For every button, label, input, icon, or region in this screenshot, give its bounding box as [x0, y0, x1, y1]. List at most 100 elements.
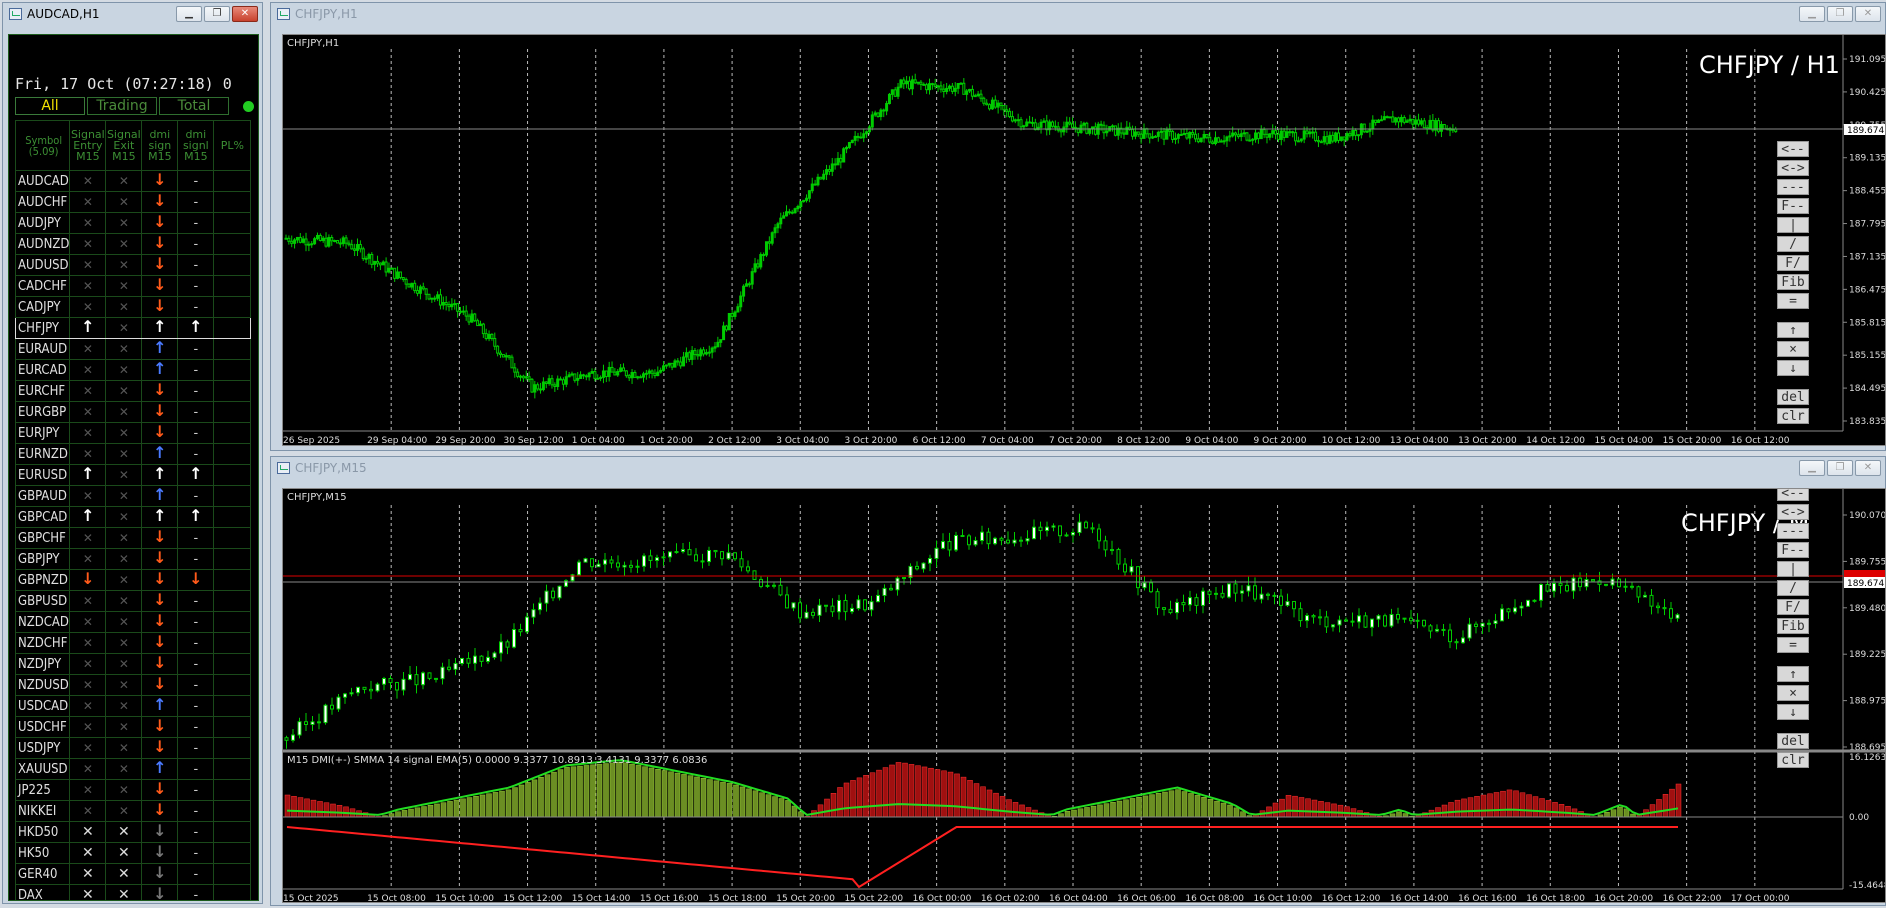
symbol-name[interactable]: NZDCHF: [14, 632, 71, 654]
m15-tool-button[interactable]: |: [1777, 561, 1809, 577]
table-row[interactable]: NZDCHF ✕ ✕ ↓ -: [14, 632, 252, 654]
table-row[interactable]: EURAUD ✕ ✕ ↑ -: [14, 338, 252, 360]
symbol-name[interactable]: AUDCAD: [14, 170, 71, 192]
symbol-name[interactable]: EURNZD: [14, 443, 71, 465]
table-row[interactable]: HKD50 ✕ ✕ ↓ -: [14, 821, 252, 843]
header-symbol[interactable]: Symbol (5.09): [14, 120, 71, 171]
symbol-name[interactable]: CADJPY: [14, 296, 71, 318]
symbol-name[interactable]: CHFJPY: [14, 317, 71, 339]
tab-total[interactable]: Total: [159, 97, 229, 115]
symbol-name[interactable]: GBPCHF: [14, 527, 71, 549]
m15-titlebar[interactable]: CHFJPY,M15 ▁ ❐ ✕: [271, 457, 1885, 479]
m15-tool-button[interactable]: ↓: [1777, 704, 1809, 720]
close-button[interactable]: ✕: [1855, 460, 1881, 476]
table-row[interactable]: GBPJPY ✕ ✕ ↓ -: [14, 548, 252, 570]
h1-tool-button[interactable]: clr: [1777, 408, 1809, 424]
symbol-name[interactable]: GBPAUD: [14, 485, 71, 507]
table-row[interactable]: JP225 ✕ ✕ ↓ -: [14, 779, 252, 801]
table-row[interactable]: AUDCAD ✕ ✕ ↓ -: [14, 170, 252, 192]
symbol-name[interactable]: USDCHF: [14, 716, 71, 738]
h1-tool-button[interactable]: ↑: [1777, 322, 1809, 338]
m15-tool-button[interactable]: F/: [1777, 599, 1809, 615]
header-pl[interactable]: PL%: [213, 120, 252, 171]
h1-tool-button[interactable]: |: [1777, 217, 1809, 233]
table-row[interactable]: NZDCAD ✕ ✕ ↓ -: [14, 611, 252, 633]
close-button[interactable]: ✕: [1855, 6, 1881, 22]
symbol-name[interactable]: GBPNZD: [14, 569, 71, 591]
maximize-button[interactable]: ❐: [1827, 6, 1853, 22]
symbol-name[interactable]: EURJPY: [14, 422, 71, 444]
m15-tool-button[interactable]: <--: [1777, 489, 1809, 501]
h1-tool-button[interactable]: F/: [1777, 255, 1809, 271]
header-exit[interactable]: Signal Exit M15: [105, 120, 143, 171]
minimize-button[interactable]: ▁: [1799, 6, 1825, 22]
h1-tool-button[interactable]: =: [1777, 293, 1809, 309]
h1-tool-button[interactable]: <--: [1777, 141, 1809, 157]
table-row[interactable]: USDCAD ✕ ✕ ↑ -: [14, 695, 252, 717]
symbol-name[interactable]: EURUSD: [14, 464, 71, 486]
table-row[interactable]: AUDJPY ✕ ✕ ↓ -: [14, 212, 252, 234]
symbol-name[interactable]: USDCAD: [14, 695, 71, 717]
table-row[interactable]: AUDNZD ✕ ✕ ↓ -: [14, 233, 252, 255]
table-row[interactable]: NIKKEI ✕ ✕ ↓ -: [14, 800, 252, 822]
table-row[interactable]: NZDUSD ✕ ✕ ↓ -: [14, 674, 252, 696]
symbol-name[interactable]: EURCHF: [14, 380, 71, 402]
symbol-name[interactable]: XAUUSD: [14, 758, 71, 780]
table-row[interactable]: USDCHF ✕ ✕ ↓ -: [14, 716, 252, 738]
table-row[interactable]: GBPNZD ↓ ✕ ↓ ↓: [14, 569, 252, 591]
symbol-name[interactable]: AUDNZD: [14, 233, 71, 255]
m15-tool-button[interactable]: ↑: [1777, 666, 1809, 682]
symbol-name[interactable]: JP225: [14, 779, 71, 801]
tab-all[interactable]: All: [15, 97, 85, 115]
symbol-name[interactable]: GER40: [14, 863, 71, 885]
h1-tool-button[interactable]: F--: [1777, 198, 1809, 214]
minimize-button[interactable]: ▁: [1799, 460, 1825, 476]
symbol-name[interactable]: AUDCHF: [14, 191, 71, 213]
symbol-name[interactable]: EURGBP: [14, 401, 71, 423]
table-row[interactable]: AUDCHF ✕ ✕ ↓ -: [14, 191, 252, 213]
maximize-button[interactable]: ❐: [204, 6, 230, 22]
table-row[interactable]: EURGBP ✕ ✕ ↓ -: [14, 401, 252, 423]
m15-tool-button[interactable]: del: [1777, 733, 1809, 749]
symbol-name[interactable]: NZDUSD: [14, 674, 71, 696]
header-dmi-signal[interactable]: dmi signl M15: [177, 120, 215, 171]
symbol-name[interactable]: GBPCAD: [14, 506, 71, 528]
h1-titlebar[interactable]: CHFJPY,H1 ▁ ❐ ✕: [271, 3, 1885, 25]
table-row[interactable]: GBPCAD ↑ ✕ ↑ ↑: [14, 506, 252, 528]
h1-chart-svg[interactable]: 26 Sep 2025 29 Sep 04:00 29 Sep 20:00 30 Se…: [283, 35, 1886, 446]
close-button[interactable]: ✕: [232, 6, 258, 22]
m15-tool-button[interactable]: ---: [1777, 523, 1809, 539]
symbol-name[interactable]: GBPUSD: [14, 590, 71, 612]
table-row[interactable]: CHFJPY ↑ ✕ ↑ ↑: [14, 317, 252, 339]
m15-tool-button[interactable]: F--: [1777, 542, 1809, 558]
table-row[interactable]: GBPUSD ✕ ✕ ↓ -: [14, 590, 252, 612]
h1-tool-button[interactable]: Fib: [1777, 274, 1809, 290]
symbol-name[interactable]: CADCHF: [14, 275, 71, 297]
table-row[interactable]: DAX ✕ ✕ ↓ -: [14, 884, 252, 900]
m15-chart[interactable]: 15 Oct 2025 15 Oct 08:00 15 Oct 10:00 15 Oc…: [282, 488, 1886, 903]
symbol-name[interactable]: USDJPY: [14, 737, 71, 759]
maximize-button[interactable]: ❐: [1827, 460, 1853, 476]
header-entry[interactable]: Signal Entry M15: [69, 120, 107, 171]
symbol-name[interactable]: EURCAD: [14, 359, 71, 381]
symbol-name[interactable]: AUDUSD: [14, 254, 71, 276]
h1-tool-button[interactable]: del: [1777, 389, 1809, 405]
m15-tool-button[interactable]: /: [1777, 580, 1809, 596]
symbol-name[interactable]: NZDJPY: [14, 653, 71, 675]
symbol-name[interactable]: DAX: [14, 884, 71, 900]
h1-tool-button[interactable]: ×: [1777, 341, 1809, 357]
tab-trading[interactable]: Trading: [87, 97, 157, 115]
symbol-name[interactable]: HK50: [14, 842, 71, 864]
h1-tool-button[interactable]: <->: [1777, 160, 1809, 176]
table-row[interactable]: EURJPY ✕ ✕ ↓ -: [14, 422, 252, 444]
table-row[interactable]: XAUUSD ✕ ✕ ↑ -: [14, 758, 252, 780]
symbol-name[interactable]: AUDJPY: [14, 212, 71, 234]
h1-tool-button[interactable]: /: [1777, 236, 1809, 252]
minimize-button[interactable]: ▁: [176, 6, 202, 22]
h1-tool-button[interactable]: ---: [1777, 179, 1809, 195]
table-row[interactable]: EURNZD ✕ ✕ ↑ -: [14, 443, 252, 465]
table-row[interactable]: EURCHF ✕ ✕ ↓ -: [14, 380, 252, 402]
m15-tool-button[interactable]: <->: [1777, 504, 1809, 520]
header-dmi-sign[interactable]: dmi sign M15: [141, 120, 179, 171]
h1-tool-button[interactable]: ↓: [1777, 360, 1809, 376]
